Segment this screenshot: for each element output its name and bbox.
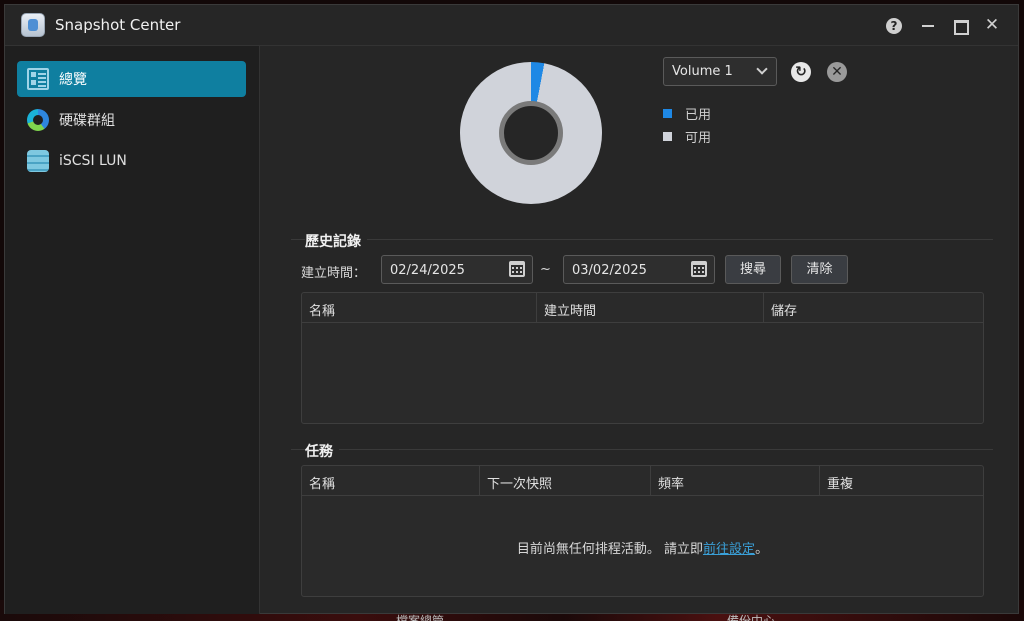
empty-message-suffix: 。 <box>755 542 769 557</box>
volume-select-value: Volume 1 <box>672 64 733 79</box>
sidebar-item-label: 總覽 <box>59 72 87 88</box>
sidebar-item-storage-pool[interactable]: 硬碟群組 <box>17 102 246 138</box>
main-content: Volume 1 ↻ ✕ 已用 可用 歷史記錄 建立時間： 02/24/2025… <box>261 46 1019 614</box>
storage-pool-icon <box>27 109 49 131</box>
date-to-input[interactable]: 03/02/2025 <box>563 255 715 284</box>
legend-swatch-available <box>663 132 672 141</box>
section-divider <box>291 239 993 240</box>
column-header-next-snapshot[interactable]: 下一次快照 <box>480 466 651 496</box>
app-title: Snapshot Center <box>55 16 181 34</box>
close-button[interactable]: ✕ <box>983 16 1001 34</box>
maximize-button[interactable] <box>951 16 969 35</box>
overview-icon <box>27 68 49 90</box>
tasks-table: 名稱 下一次快照 頻率 重複 目前尚無任何排程活動。 請立即前往設定。 <box>301 465 984 597</box>
column-header-name[interactable]: 名稱 <box>302 293 537 323</box>
tasks-table-header: 名稱 下一次快照 頻率 重複 <box>302 466 983 496</box>
minimize-button[interactable] <box>919 16 937 34</box>
history-section-title: 歷史記錄 <box>305 231 367 251</box>
sidebar-item-overview[interactable]: 總覽 <box>17 61 246 97</box>
tasks-section-title: 任務 <box>305 441 339 461</box>
clear-button-icon-only[interactable]: ✕ <box>827 62 847 82</box>
legend-swatch-used <box>663 109 672 118</box>
snapshot-center-window: Snapshot Center ? ✕ 總覽 硬碟群組 iSCSI LUN Vo… <box>4 4 1019 614</box>
clear-button[interactable]: 清除 <box>791 255 848 284</box>
clear-icon: ✕ <box>831 64 843 80</box>
column-header-name[interactable]: 名稱 <box>302 466 480 496</box>
date-range-separator: ~ <box>540 262 551 277</box>
go-to-settings-link[interactable]: 前往設定 <box>703 542 755 557</box>
date-to-value: 03/02/2025 <box>572 263 647 278</box>
sidebar: 總覽 硬碟群組 iSCSI LUN <box>5 46 260 614</box>
column-header-storage[interactable]: 儲存 <box>764 293 983 323</box>
date-from-value: 02/24/2025 <box>390 263 465 278</box>
title-bar[interactable]: Snapshot Center ? ✕ <box>5 5 1018 46</box>
snapshot-app-icon <box>21 13 45 37</box>
volume-usage-chart-center <box>499 101 563 165</box>
created-time-label: 建立時間： <box>301 266 367 281</box>
sidebar-item-iscsi-lun[interactable]: iSCSI LUN <box>17 143 246 179</box>
tasks-empty-message: 目前尚無任何排程活動。 請立即前往設定。 <box>302 538 983 557</box>
date-from-input[interactable]: 02/24/2025 <box>381 255 533 284</box>
calendar-icon[interactable] <box>509 261 525 277</box>
history-table-header: 名稱 建立時間 儲存 <box>302 293 983 323</box>
column-header-created-time[interactable]: 建立時間 <box>537 293 764 323</box>
column-header-repeat[interactable]: 重複 <box>820 466 983 496</box>
refresh-icon: ↻ <box>795 64 807 80</box>
chevron-down-icon <box>756 63 768 75</box>
refresh-button[interactable]: ↻ <box>791 62 811 82</box>
legend-used: 已用 <box>663 104 711 123</box>
iscsi-lun-icon <box>27 150 49 172</box>
calendar-icon[interactable] <box>691 261 707 277</box>
column-header-frequency[interactable]: 頻率 <box>651 466 820 496</box>
sidebar-item-label: iSCSI LUN <box>59 153 127 169</box>
section-divider <box>291 449 993 450</box>
legend-label: 已用 <box>685 108 712 123</box>
history-table: 名稱 建立時間 儲存 <box>301 292 984 424</box>
volume-select[interactable]: Volume 1 <box>663 57 777 86</box>
sidebar-item-label: 硬碟群組 <box>59 113 115 129</box>
legend-label: 可用 <box>685 131 712 146</box>
empty-message-text: 目前尚無任何排程活動。 請立即 <box>516 542 704 557</box>
help-button[interactable]: ? <box>886 18 902 34</box>
search-button[interactable]: 搜尋 <box>725 255 781 284</box>
legend-available: 可用 <box>663 127 711 146</box>
